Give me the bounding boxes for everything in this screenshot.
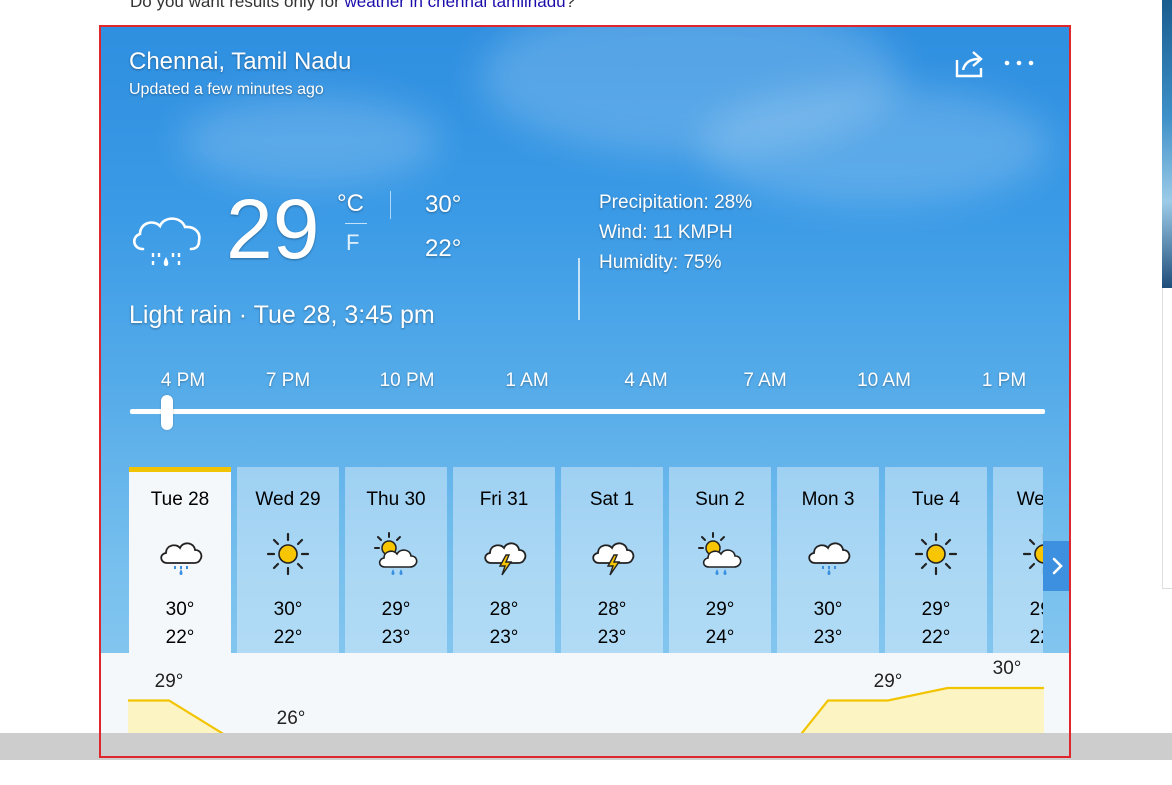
precipitation-text: Precipitation: 28% — [599, 192, 753, 213]
next-days-button[interactable] — [1043, 541, 1071, 591]
side-image-strip[interactable] — [1162, 0, 1172, 288]
cloud-decoration — [180, 96, 440, 186]
hour-label[interactable]: 10 PM — [380, 370, 435, 392]
did-you-mean-prefix: Do you want results only for — [130, 0, 345, 11]
chart-temp-label: 29° — [154, 670, 184, 692]
condition-text: Light rain · Tue 28, 3:45 pm — [129, 301, 435, 329]
sun-icon — [911, 529, 961, 579]
day-card-thu-30[interactable]: Thu 30 29° 23° — [345, 467, 447, 662]
day-name: Tue 4 — [912, 489, 960, 510]
day-card-fri-31[interactable]: Fri 31 28° 23° — [453, 467, 555, 662]
did-you-mean-suffix: ? — [565, 0, 576, 11]
thunderstorm-icon — [479, 529, 529, 579]
chart-temp-label: 26° — [276, 708, 306, 729]
time-slider-handle[interactable] — [161, 395, 173, 430]
hour-label[interactable]: 4 PM — [161, 370, 205, 392]
side-divider — [1162, 288, 1172, 588]
day-high: 29° — [705, 599, 735, 620]
day-card-sat-1[interactable]: Sat 1 28° 23° — [561, 467, 663, 662]
rain-icon — [155, 529, 205, 579]
unit-fahrenheit-toggle[interactable]: F — [346, 230, 359, 256]
chart-temp-label: 30° — [992, 658, 1022, 679]
did-you-mean-line: Do you want results only for weather in … — [130, 0, 575, 12]
share-icon — [955, 51, 983, 78]
humidity-text: Humidity: 75% — [599, 252, 722, 273]
day-name: Fri 31 — [479, 489, 529, 510]
temp-divider — [390, 191, 391, 219]
day-low: 23° — [489, 627, 519, 648]
day-high: 29° — [381, 599, 411, 620]
hour-label[interactable]: 7 PM — [266, 370, 310, 392]
unit-celsius-toggle[interactable]: °C — [337, 190, 364, 218]
day-low: 23° — [813, 627, 843, 648]
rain-cloud-icon — [129, 211, 205, 271]
side-divider-horizontal — [1162, 588, 1172, 589]
day-low: 24° — [705, 627, 735, 648]
thunderstorm-icon — [587, 529, 637, 579]
horizontal-scrollbar[interactable] — [0, 733, 1172, 760]
day-low: 22° — [273, 627, 303, 648]
location-title: Chennai, Tamil Nadu — [129, 48, 352, 75]
day-name: Tue 28 — [150, 489, 210, 510]
rain-icon — [803, 529, 853, 579]
cloud-decoration — [700, 86, 1050, 206]
did-you-mean-link[interactable]: weather in chennai tamilnadu — [344, 0, 565, 11]
hour-label[interactable]: 4 AM — [624, 370, 667, 392]
day-name: Sun 2 — [695, 489, 745, 510]
day-high: 28° — [597, 599, 627, 620]
day-card-sun-2[interactable]: Sun 2 29° 24° — [669, 467, 771, 662]
details-divider — [578, 258, 580, 320]
sun-rain-icon — [695, 529, 745, 579]
day-high: 29° — [1029, 599, 1043, 620]
day-low: 23° — [597, 627, 627, 648]
sun-icon — [1019, 529, 1043, 579]
chevron-right-icon — [1052, 557, 1063, 575]
day-name: Sat 1 — [589, 489, 635, 510]
day-name: Wed 5 — [1016, 489, 1043, 510]
wind-text: Wind: 11 KMPH — [599, 222, 733, 243]
ellipsis-icon — [1004, 60, 1034, 66]
weather-card: Chennai, Tamil Nadu Updated a few minute… — [100, 26, 1071, 759]
hour-label[interactable]: 1 PM — [982, 370, 1026, 392]
day-low: 22° — [165, 627, 195, 648]
daily-forecast: Tue 28 30° 22° Wed 29 30° 22° Thu 30 29°… — [129, 467, 1043, 662]
day-low: 22° — [921, 627, 951, 648]
time-slider-track[interactable] — [130, 409, 1045, 414]
share-button[interactable] — [953, 46, 987, 80]
day-high: 28° — [489, 599, 519, 620]
current-temperature: 29 — [226, 182, 320, 276]
chart-temp-label: 29° — [873, 670, 903, 692]
day-low: 22° — [1029, 627, 1043, 648]
today-low: 22° — [425, 235, 462, 262]
updated-text: Updated a few minutes ago — [129, 81, 324, 98]
day-name: Mon 3 — [801, 489, 855, 510]
day-card-tue-28[interactable]: Tue 28 30° 22° — [129, 467, 231, 662]
day-low: 23° — [381, 627, 411, 648]
more-options-button[interactable] — [1001, 50, 1037, 76]
unit-divider — [345, 223, 367, 224]
day-card-tue-4[interactable]: Tue 4 29° 22° — [885, 467, 987, 662]
day-card-mon-3[interactable]: Mon 3 30° 23° — [777, 467, 879, 662]
sun-rain-icon — [371, 529, 421, 579]
hour-label[interactable]: 10 AM — [857, 370, 911, 392]
day-high: 30° — [165, 599, 195, 620]
day-card-wed-5[interactable]: Wed 5 29° 22° — [993, 467, 1043, 662]
today-high: 30° — [425, 191, 462, 218]
sun-icon — [263, 529, 313, 579]
day-high: 29° — [921, 599, 951, 620]
day-high: 30° — [813, 599, 843, 620]
day-name: Thu 30 — [366, 489, 426, 510]
day-card-wed-29[interactable]: Wed 29 30° 22° — [237, 467, 339, 662]
day-high: 30° — [273, 599, 303, 620]
hour-label[interactable]: 7 AM — [743, 370, 786, 392]
hour-label[interactable]: 1 AM — [505, 370, 548, 392]
day-name: Wed 29 — [255, 489, 321, 510]
